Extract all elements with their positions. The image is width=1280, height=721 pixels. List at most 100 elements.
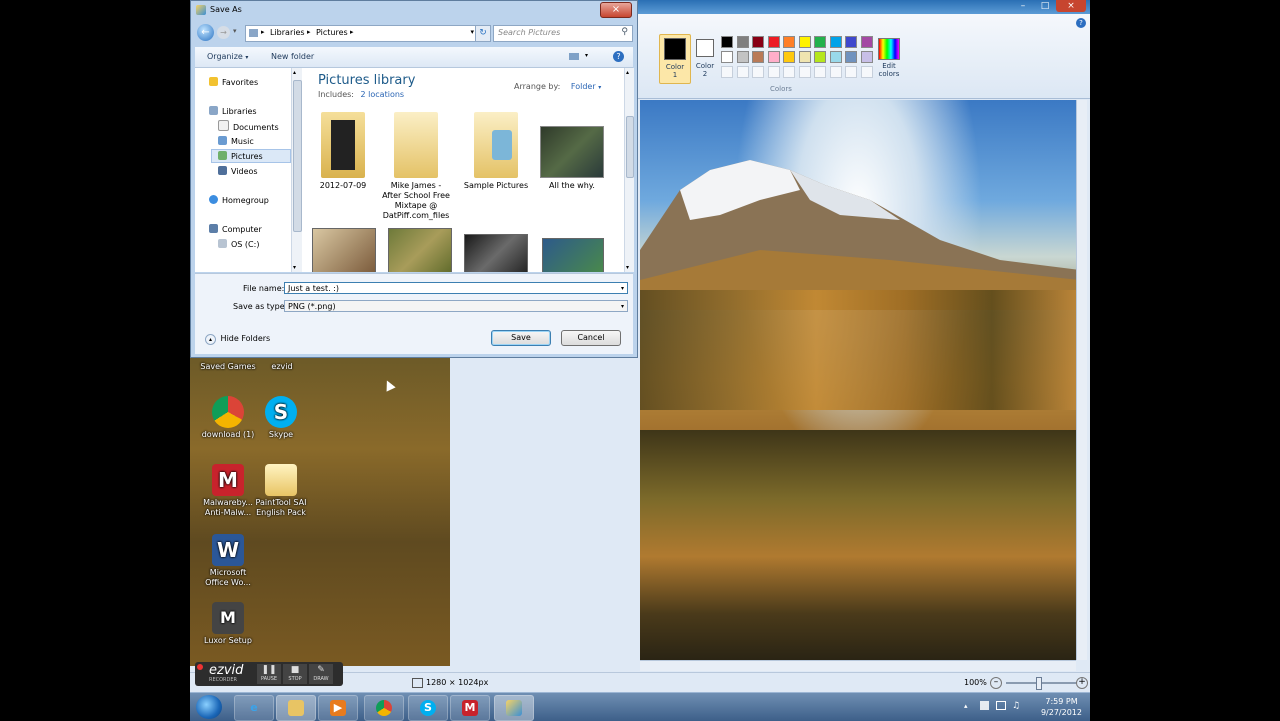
image-thumbnail[interactable] — [464, 234, 528, 272]
chevron-down-icon[interactable]: ▾ — [621, 283, 624, 295]
color2-button[interactable]: Color 2 — [690, 34, 720, 82]
address-dropdown-icon[interactable]: ▾ — [470, 28, 474, 36]
minimize-icon[interactable]: – — [1012, 0, 1034, 12]
zoom-in-icon[interactable]: + — [1076, 677, 1088, 689]
canvas-vertical-scrollbar[interactable] — [1076, 100, 1087, 660]
help-icon[interactable]: ? — [613, 51, 624, 62]
custom-color-swatch[interactable] — [829, 66, 842, 78]
color-swatch[interactable] — [860, 36, 873, 48]
scroll-down-icon[interactable]: ▾ — [293, 264, 296, 271]
desktop-icon-malwarebytes[interactable]: M Malwareby... Anti-Malw... — [200, 464, 256, 518]
clock[interactable]: 7:59 PM 9/27/2012 — [1041, 696, 1082, 718]
maximize-icon[interactable]: □ — [1034, 0, 1056, 12]
custom-color-swatch[interactable] — [721, 66, 733, 78]
speaker-icon[interactable]: ♫ — [1012, 701, 1020, 711]
nav-documents[interactable]: Documents — [218, 120, 279, 133]
color-swatch[interactable] — [798, 51, 811, 63]
network-icon[interactable] — [996, 701, 1006, 710]
nav-computer[interactable]: Computer — [209, 223, 262, 236]
color-swatch[interactable] — [721, 36, 733, 48]
color-swatch[interactable] — [845, 51, 857, 63]
address-bar[interactable]: ▸ Libraries ▸ Pictures ▸ ▾ — [245, 25, 479, 42]
color-swatch[interactable] — [829, 51, 842, 63]
color-swatch[interactable] — [845, 36, 857, 48]
arrange-dropdown[interactable]: Folder ▾ — [571, 82, 601, 91]
color1-button[interactable]: Color 1 — [659, 34, 691, 84]
nav-videos[interactable]: Videos — [218, 165, 258, 178]
save-type-select[interactable]: PNG (*.png) ▾ — [284, 300, 628, 312]
taskbar-skype[interactable]: S — [408, 695, 448, 721]
taskbar-paint[interactable] — [494, 695, 534, 721]
custom-color-swatch[interactable] — [814, 66, 826, 78]
desktop-icon-saved-games[interactable]: Saved Games — [200, 362, 256, 372]
color-swatch[interactable] — [736, 51, 749, 63]
color-swatch[interactable] — [721, 51, 733, 63]
close-icon[interactable]: × — [1056, 0, 1086, 12]
back-button[interactable]: ← — [197, 24, 214, 41]
file-name-input[interactable]: Just a test. :) ▾ — [284, 282, 628, 294]
pause-button[interactable]: ❚❚ PAUSE — [257, 664, 281, 684]
file-tile-all-the-why[interactable]: All the why. — [537, 112, 607, 191]
help-icon[interactable]: ? — [1076, 18, 1086, 28]
color-swatch[interactable] — [736, 36, 749, 48]
image-thumbnail[interactable] — [542, 238, 604, 272]
custom-color-swatch[interactable] — [860, 66, 873, 78]
desktop-icon-download[interactable]: download (1) — [200, 396, 256, 440]
taskbar-ie[interactable]: e — [234, 695, 274, 721]
save-button[interactable]: Save — [491, 330, 551, 346]
forward-button[interactable]: → — [217, 26, 230, 39]
view-icon[interactable] — [569, 53, 579, 60]
file-tile-2012-07-09[interactable]: 2012-07-09 — [308, 112, 378, 191]
new-folder-button[interactable]: New folder — [271, 52, 314, 61]
organize-button[interactable]: Organize ▾ — [207, 52, 248, 61]
color-swatch[interactable] — [814, 51, 826, 63]
nav-music[interactable]: Music — [218, 135, 254, 148]
desktop-icon-ezvid[interactable]: ezvid — [254, 362, 310, 372]
color-swatch[interactable] — [860, 51, 873, 63]
flag-icon[interactable] — [980, 701, 989, 710]
zoom-slider-thumb[interactable] — [1036, 677, 1042, 690]
search-input[interactable]: Search Pictures ⚲ — [493, 25, 633, 42]
color-swatch[interactable] — [783, 51, 795, 63]
history-chevron-icon[interactable]: ▾ — [233, 27, 237, 35]
scroll-thumb[interactable] — [293, 80, 302, 232]
color-swatch[interactable] — [752, 51, 764, 63]
image-thumbnail[interactable] — [388, 228, 452, 272]
desktop-icon-word[interactable]: W Microsoft Office Wo... — [200, 534, 256, 588]
desktop-icon-painttool[interactable]: PaintTool SAI English Pack — [253, 464, 309, 518]
includes-link[interactable]: 2 locations — [361, 90, 405, 99]
nav-pictures[interactable]: Pictures — [218, 150, 263, 163]
taskbar-explorer[interactable] — [276, 695, 316, 721]
view-dropdown-icon[interactable]: ▾ — [585, 52, 588, 59]
color-swatch[interactable] — [752, 36, 764, 48]
color-swatch[interactable] — [829, 36, 842, 48]
show-hidden-icons[interactable]: ▴ — [964, 702, 968, 710]
nav-os-c[interactable]: OS (C:) — [218, 238, 259, 251]
scroll-thumb[interactable] — [626, 116, 634, 178]
color-swatch[interactable] — [798, 36, 811, 48]
custom-color-swatch[interactable] — [752, 66, 764, 78]
scroll-down-icon[interactable]: ▾ — [626, 264, 629, 271]
canvas-horizontal-scrollbar[interactable] — [640, 660, 1076, 671]
taskbar-media-player[interactable]: ▶ — [318, 695, 358, 721]
image-thumbnail[interactable] — [312, 228, 376, 272]
desktop-icon-skype[interactable]: S Skype — [253, 396, 309, 440]
hide-folders-button[interactable]: ▴ Hide Folders — [205, 334, 270, 345]
color-swatch[interactable] — [767, 51, 780, 63]
custom-color-swatch[interactable] — [798, 66, 811, 78]
color-swatch[interactable] — [814, 36, 826, 48]
close-icon[interactable]: × — [600, 2, 632, 18]
custom-color-swatch[interactable] — [845, 66, 857, 78]
nav-favorites[interactable]: Favorites — [209, 76, 258, 89]
desktop-icon-luxor[interactable]: M Luxor Setup — [200, 602, 256, 646]
nav-libraries[interactable]: Libraries — [209, 105, 257, 118]
scroll-up-icon[interactable]: ▴ — [293, 69, 296, 76]
paint-canvas[interactable] — [640, 100, 1076, 660]
color-swatch[interactable] — [767, 36, 780, 48]
breadcrumb-libraries[interactable]: Libraries — [270, 28, 305, 37]
draw-button[interactable]: ✎ DRAW — [309, 664, 333, 684]
taskbar-malwarebytes[interactable]: M — [450, 695, 490, 721]
file-tile-sample-pictures[interactable]: Sample Pictures — [461, 112, 531, 191]
scroll-up-icon[interactable]: ▴ — [626, 69, 629, 76]
custom-color-swatch[interactable] — [783, 66, 795, 78]
